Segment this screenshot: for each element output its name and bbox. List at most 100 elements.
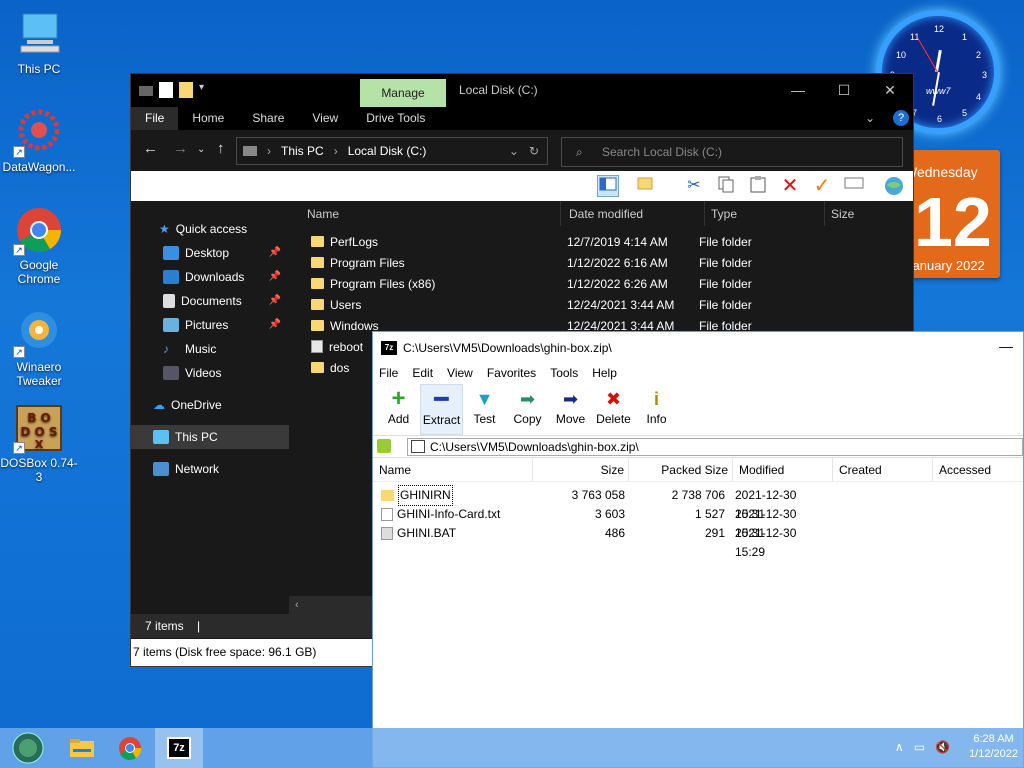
tab-view[interactable]: View [298, 107, 352, 130]
nav-this-pc[interactable]: This PC [131, 425, 289, 449]
archive-row[interactable]: GHINI.BAT 486 291 2021-12-30 15:29 [373, 524, 1023, 559]
cut-icon[interactable]: ✂ [683, 175, 705, 197]
taskbar-7zip[interactable]: 7z [155, 728, 203, 768]
horizontal-scrollbar[interactable]: ‹ [289, 596, 375, 614]
scroll-left-icon[interactable]: ‹ [289, 599, 299, 611]
desktop-icon-this-pc[interactable]: This PC [0, 10, 78, 76]
nav-videos[interactable]: Videos [131, 361, 289, 385]
nav-downloads[interactable]: Downloads 📌 [131, 265, 289, 289]
column-size[interactable]: Size [533, 458, 629, 481]
tab-file[interactable]: File [131, 107, 179, 130]
up-folder-icon[interactable] [377, 439, 391, 453]
tab-home[interactable]: Home [178, 107, 238, 130]
column-accessed[interactable]: Accessed [933, 458, 1023, 481]
address-bar[interactable]: › This PC › Local Disk (C:) ⌄ ↻ [236, 137, 548, 165]
menu-favorites[interactable]: Favorites [481, 362, 544, 384]
taskbar-file-explorer[interactable] [58, 728, 106, 768]
recent-locations-icon[interactable]: ⌄ [197, 144, 205, 155]
minimize-button[interactable]: — [775, 74, 821, 107]
nav-pictures[interactable]: Pictures 📌 [131, 313, 289, 337]
rename-icon[interactable] [843, 175, 865, 197]
network-globe-icon[interactable] [883, 175, 905, 197]
monitor-icon[interactable]: ▭ [914, 740, 925, 754]
pin-icon[interactable]: 📌 [269, 289, 281, 313]
desktop-icon-dosbox[interactable]: B OD O SX ↗ DOSBox 0.74-3 [0, 404, 78, 484]
file-row[interactable]: Program Files (x86) 1/12/2022 6:26 AM Fi… [289, 273, 913, 294]
maximize-button[interactable]: ☐ [821, 74, 867, 107]
menu-view[interactable]: View [441, 362, 481, 384]
tab-manage[interactable]: Manage [360, 79, 446, 107]
tab-drive-tools[interactable]: Drive Tools [352, 107, 439, 130]
copy-icon[interactable] [715, 175, 737, 197]
info-button[interactable]: i Info [635, 384, 678, 435]
desktop-icon-chrome[interactable]: ↗ Google Chrome [0, 206, 78, 286]
file-row[interactable]: PerfLogs 12/7/2019 4:14 AM File folder [289, 231, 913, 252]
check-icon[interactable]: ✓ [811, 175, 833, 197]
column-size[interactable]: Size [825, 201, 905, 226]
nav-onedrive[interactable]: ☁ OneDrive [131, 393, 289, 417]
pin-icon[interactable]: 📌 [269, 313, 281, 337]
archive-item-modified: 2021-12-30 15:29 [735, 526, 797, 559]
clock-tray[interactable]: 6:28 AM 1/12/2022 [969, 732, 1018, 762]
delete-button[interactable]: ✖ Delete [592, 384, 635, 435]
archive-row[interactable]: GHINIRN 3 763 058 2 738 706 2021-12-30 1… [373, 485, 1023, 521]
menu-tools[interactable]: Tools [544, 362, 586, 384]
customize-qat-icon[interactable]: ▾ [199, 82, 213, 98]
address-dropdown-icon[interactable]: ⌄ [509, 144, 519, 158]
column-date-modified[interactable]: Date modified [561, 201, 705, 226]
copy-button[interactable]: ➡ Copy [506, 384, 549, 435]
desktop-icon-datawagon[interactable]: ↗ DataWagon... [0, 108, 78, 174]
pin-icon[interactable]: 📌 [269, 265, 281, 289]
layout-pane-icon[interactable] [597, 175, 619, 197]
menu-help[interactable]: Help [586, 362, 625, 384]
nav-quick-access[interactable]: ★ Quick access [131, 217, 289, 241]
archive-item-packed-size: 2 738 706 [671, 488, 725, 502]
menu-edit[interactable]: Edit [406, 362, 441, 384]
column-type[interactable]: Type [705, 201, 825, 226]
up-arrow-icon[interactable]: ↑ [217, 140, 225, 157]
tab-share[interactable]: Share [238, 107, 298, 130]
minimize-button[interactable]: — [999, 338, 1013, 354]
column-name[interactable]: Name [289, 201, 561, 226]
column-created[interactable]: Created [833, 458, 933, 481]
desktop-icon-winaero[interactable]: ↗ Winaero Tweaker [0, 308, 78, 388]
new-item-icon[interactable] [635, 175, 657, 197]
help-icon[interactable]: ? [893, 110, 909, 126]
nav-documents[interactable]: Documents 📌 [131, 289, 289, 313]
dropdown-icon[interactable]: ▾ [661, 175, 683, 197]
taskbar-chrome[interactable] [106, 728, 154, 768]
show-hidden-icons-icon[interactable]: ∧ [895, 740, 904, 754]
properties-icon[interactable] [159, 82, 173, 98]
drive-icon[interactable] [139, 86, 153, 96]
nav-music[interactable]: ♪ Music [131, 337, 289, 361]
back-arrow-icon[interactable]: ← [143, 140, 158, 157]
forward-arrow-icon[interactable]: → [173, 140, 188, 157]
column-modified[interactable]: Modified [733, 458, 833, 481]
paste-icon[interactable] [747, 175, 769, 197]
close-button[interactable]: ✕ [867, 74, 913, 107]
test-button[interactable]: ▼ Test [463, 384, 506, 435]
breadcrumb-local-disk[interactable]: Local Disk (C:) [348, 144, 427, 158]
nav-network[interactable]: Network [131, 457, 289, 481]
column-name[interactable]: Name [373, 458, 533, 481]
file-row[interactable]: Users 12/24/2021 3:44 AM File folder [289, 294, 913, 315]
add-button[interactable]: + Add [377, 384, 420, 435]
volume-muted-icon[interactable]: 🔇 [935, 740, 950, 754]
breadcrumb-this-pc[interactable]: This PC [281, 144, 324, 158]
nav-desktop[interactable]: Desktop 📌 [131, 241, 289, 265]
file-row[interactable]: Program Files 1/12/2022 6:16 AM File fol… [289, 252, 913, 273]
menu-file[interactable]: File [373, 362, 406, 384]
path-input[interactable]: C:\Users\VM5\Downloads\ghin-box.zip\ [407, 438, 1023, 456]
refresh-icon[interactable]: ↻ [529, 144, 539, 158]
expand-ribbon-icon[interactable]: ⌄ [851, 107, 889, 130]
pin-icon[interactable]: 📌 [269, 241, 281, 265]
delete-icon[interactable]: ✕ [779, 175, 801, 197]
start-button[interactable] [4, 728, 52, 768]
extract-button[interactable]: ━ Extract [420, 384, 463, 435]
move-button[interactable]: ➡ Move [549, 384, 592, 435]
archive-item-size: 3 603 [594, 507, 625, 521]
search-input[interactable]: ⌕ Search Local Disk (C:) [561, 137, 903, 167]
column-packed-size[interactable]: Packed Size [629, 458, 733, 481]
new-folder-icon[interactable] [179, 82, 193, 98]
archive-row[interactable]: GHINI-Info-Card.txt 3 603 1 527 2021-12-… [373, 505, 1023, 540]
